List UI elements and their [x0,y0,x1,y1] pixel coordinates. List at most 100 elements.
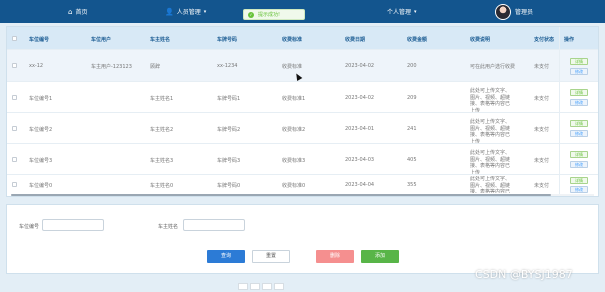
cell-standard: 收费标准3 [282,158,306,164]
nav-personal[interactable]: 个人管理 ▾ [387,0,417,23]
cell-owner: 车主姓名3 [150,158,174,164]
success-toast: ✓ 提示成功! [243,9,305,20]
edit-button[interactable]: 修改 [570,186,588,193]
cell-desc: 可在此用户选行收费 [470,64,516,70]
delete-button[interactable]: 删除 [316,250,354,263]
cell-amount: 209 [407,95,417,101]
column-divider [559,82,560,113]
add-button[interactable]: 添加 [361,250,399,263]
pagination [238,283,318,290]
cell-parking-no: xx-12 [29,63,44,69]
user-menu[interactable]: 管理员 [495,0,533,23]
nav-home-label: 首页 [75,9,88,16]
chevron-down-icon: ▾ [203,8,207,15]
owner-name-label: 车主姓名 [158,224,179,230]
cell-standard: 收费标准0 [282,183,306,189]
cell-status: 未支付 [534,183,550,189]
edit-button[interactable]: 修改 [570,99,588,106]
cell-standard: 收费标准 [282,64,303,70]
query-button[interactable]: 查询 [207,250,245,263]
cell-status: 未支付 [534,64,550,70]
row-checkbox[interactable] [12,126,17,131]
page-prev[interactable] [238,283,248,290]
table-row[interactable]: 车位编号3 车主姓名3 车牌号码3 收费标准3 2023-04-03 405 此… [7,143,598,176]
detail-button[interactable]: 详情 [570,58,588,65]
table-header: 车位编号 车位用户 车主姓名 车牌号码 收费标准 收费日期 收费金额 收费说明 … [7,27,598,49]
cell-standard: 收费标准2 [282,127,306,133]
col-header-user[interactable]: 车位用户 [91,36,111,43]
column-divider [559,144,560,175]
col-header-owner[interactable]: 车主姓名 [150,36,170,43]
chevron-down-icon: ▾ [414,8,417,15]
edit-button[interactable]: 修改 [570,130,588,137]
col-header-amount[interactable]: 收费金额 [407,36,427,43]
cell-amount: 405 [407,157,417,163]
cell-owner: 车主姓名2 [150,127,174,133]
cell-standard: 收费标准1 [282,96,306,102]
page-item[interactable] [262,283,272,290]
edit-button[interactable]: 修改 [570,68,588,75]
parking-no-label: 车位编号 [19,224,40,230]
cell-date: 2023-04-03 [345,157,375,163]
cell-parking-no: 车位编号3 [29,158,53,164]
avatar[interactable] [495,3,511,20]
row-checkbox[interactable] [12,182,17,187]
cell-owner: 车主姓名0 [150,183,174,189]
detail-button[interactable]: 详情 [570,177,588,184]
col-header-actions: 操作 [564,37,575,43]
row-checkbox[interactable] [12,63,17,68]
cell-date: 2023-04-04 [345,182,375,188]
detail-button[interactable]: 详情 [570,151,588,158]
scrollbar-thumb[interactable] [11,194,551,196]
table-row[interactable]: 车位编号2 车主姓名2 车牌号码2 收费标准2 2023-04-01 241 此… [7,112,598,145]
cell-plate: xx-1234 [217,63,238,69]
select-all-checkbox[interactable] [12,36,17,41]
col-header-plate[interactable]: 车牌号码 [217,36,237,43]
row-checkbox[interactable] [12,95,17,100]
column-divider [559,113,560,144]
column-divider [559,50,560,82]
col-header-status[interactable]: 支付状态 [534,36,554,43]
table-row[interactable]: xx-12 车主用户-123123 顾辞 xx-1234 收费标准 2023-0… [7,49,598,82]
cell-parking-no: 车位编号1 [29,96,53,102]
cell-status: 未支付 [534,127,550,133]
cell-plate: 车牌号码1 [217,96,241,102]
cell-date: 2023-04-01 [345,126,375,132]
cell-date: 2023-04-02 [345,63,375,69]
cell-plate: 车牌号码2 [217,127,241,133]
edit-button[interactable]: 修改 [570,161,588,168]
col-header-parking-no[interactable]: 车位编号 [29,36,49,43]
page-item[interactable] [250,283,260,290]
detail-button[interactable]: 详情 [570,120,588,127]
column-divider [559,175,560,194]
cell-desc: 此处可上传文字、图片、视频、超链接、表格等内容已上传 [470,150,511,176]
cell-amount: 355 [407,182,417,188]
nav-personal-label: 个人管理 [387,9,412,16]
nav-people-label: 人员管理 [176,9,201,16]
check-circle-icon: ✓ [248,11,254,18]
col-header-date[interactable]: 收费日期 [345,36,365,43]
row-checkbox[interactable] [12,157,17,162]
table-row[interactable]: 车位编号1 车主姓名1 车牌号码1 收费标准1 2023-04-02 209 此… [7,81,598,114]
table-row[interactable]: 车位编号0 车主姓名0 车牌号码0 收费标准0 2023-04-04 355 此… [7,174,598,194]
search-panel: 车位编号 车主姓名 查询 重置 删除 添加 [6,204,599,274]
cell-owner: 车主姓名1 [150,96,174,102]
cell-parking-no: 车位编号2 [29,127,53,133]
page-next[interactable] [274,283,284,290]
col-header-standard[interactable]: 收费标准 [282,36,302,43]
col-header-desc[interactable]: 收费说明 [470,36,490,43]
owner-name-input[interactable] [183,219,245,231]
horizontal-scrollbar[interactable] [11,194,594,196]
watermark: CSDN @BYSJ1987 [475,268,573,281]
reset-button[interactable]: 重置 [252,250,290,263]
username: 管理员 [515,9,534,16]
cell-date: 2023-04-02 [345,95,375,101]
cell-amount: 200 [407,63,417,69]
detail-button[interactable]: 详情 [570,89,588,96]
parking-no-input[interactable] [42,219,104,231]
nav-people[interactable]: 👤 人员管理 ▾ [165,0,206,23]
home-icon: ⌂ [68,7,73,16]
cell-plate: 车牌号码3 [217,158,241,164]
nav-home[interactable]: ⌂ 首页 [68,0,87,23]
cell-status: 未支付 [534,96,550,102]
